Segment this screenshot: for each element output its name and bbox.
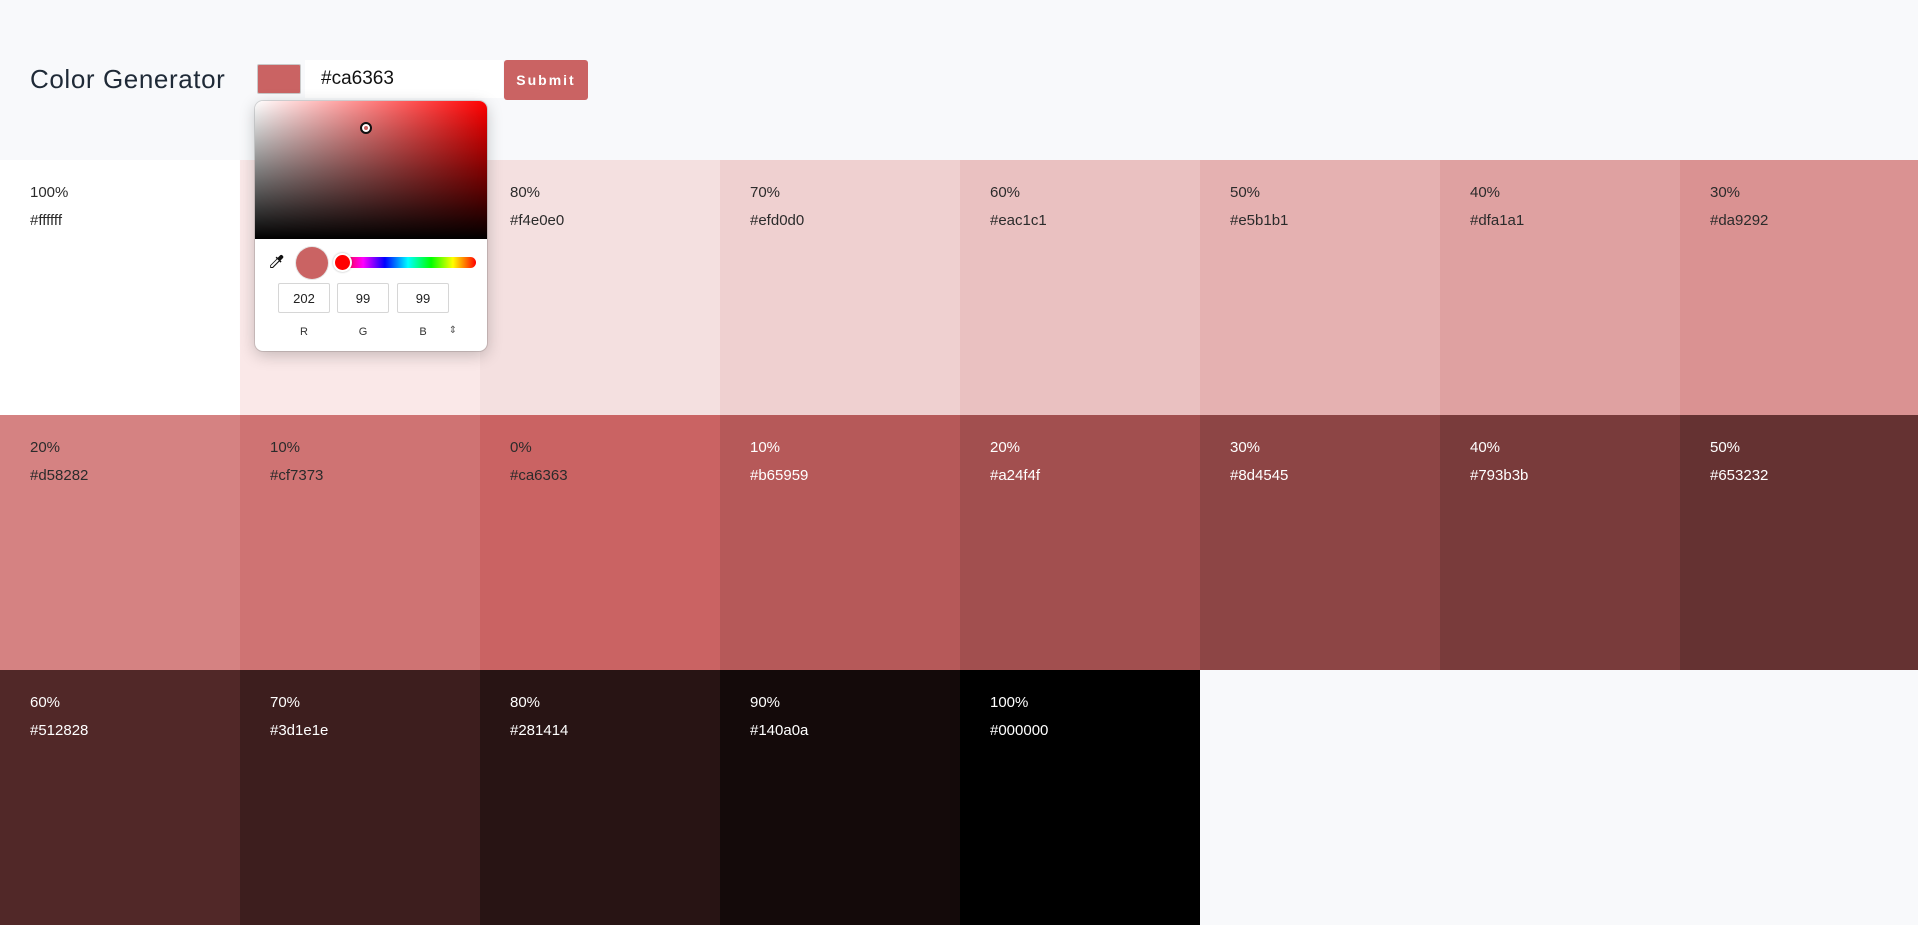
blue-label: B — [419, 326, 427, 338]
tile-percent: 10% — [750, 439, 781, 456]
red-label: R — [300, 326, 308, 338]
tile-hex: #b65959 — [750, 467, 809, 484]
eyedropper-icon[interactable] — [267, 253, 285, 271]
tile-hex: #ca6363 — [510, 467, 568, 484]
color-tile[interactable]: 40% #793b3b — [1440, 415, 1680, 670]
color-picker-popup: R G B ⇕ — [255, 101, 487, 351]
color-tile[interactable]: 60% #512828 — [0, 670, 240, 925]
saturation-handle[interactable] — [360, 122, 372, 134]
tile-percent: 20% — [990, 439, 1021, 456]
tile-percent: 100% — [990, 694, 1029, 711]
hue-slider-handle[interactable] — [335, 255, 350, 270]
tile-hex: #e5b1b1 — [1230, 212, 1289, 229]
color-tile[interactable]: 100% #000000 — [960, 670, 1200, 925]
tile-percent: 20% — [30, 439, 61, 456]
tile-hex: #793b3b — [1470, 467, 1529, 484]
tile-hex: #cf7373 — [270, 467, 324, 484]
tile-hex: #da9292 — [1710, 212, 1769, 229]
green-input[interactable] — [337, 283, 389, 313]
tile-hex: #d58282 — [30, 467, 89, 484]
tile-percent: 80% — [510, 184, 541, 201]
hex-color-input[interactable] — [305, 60, 503, 98]
color-tile[interactable]: 60% #eac1c1 — [960, 160, 1200, 415]
color-tile[interactable]: 70% #efd0d0 — [720, 160, 960, 415]
tile-percent: 0% — [510, 439, 532, 456]
tile-hex: #000000 — [990, 722, 1049, 739]
tile-percent: 50% — [1230, 184, 1261, 201]
green-label: G — [358, 326, 368, 338]
tile-percent: 10% — [270, 439, 301, 456]
tile-hex: #140a0a — [750, 722, 809, 739]
tile-hex: #eac1c1 — [990, 212, 1047, 229]
tile-hex: #f4e0e0 — [510, 212, 565, 229]
color-tile[interactable]: 20% #d58282 — [0, 415, 240, 670]
tile-percent: 50% — [1710, 439, 1741, 456]
color-tile[interactable]: 50% #653232 — [1680, 415, 1918, 670]
hue-slider[interactable] — [340, 257, 476, 268]
color-tile[interactable]: 30% #8d4545 — [1200, 415, 1440, 670]
color-tile[interactable]: 20% #a24f4f — [960, 415, 1200, 670]
tile-percent: 90% — [750, 694, 781, 711]
tile-hex: #a24f4f — [990, 467, 1041, 484]
color-tile[interactable]: 80% #f4e0e0 — [480, 160, 720, 415]
tile-percent: 30% — [1710, 184, 1741, 201]
tile-percent: 60% — [990, 184, 1021, 201]
color-tile[interactable]: 90% #140a0a — [720, 670, 960, 925]
color-tile[interactable]: 70% #3d1e1e — [240, 670, 480, 925]
color-tile[interactable]: 80% #281414 — [480, 670, 720, 925]
app-title: Color Generator — [30, 64, 226, 94]
blue-input[interactable] — [397, 283, 449, 313]
tile-hex: #dfa1a1 — [1470, 212, 1525, 229]
tile-percent: 40% — [1470, 184, 1501, 201]
saturation-value-area[interactable] — [255, 101, 487, 239]
tile-hex: #ffffff — [30, 212, 62, 229]
tile-percent: 30% — [1230, 439, 1261, 456]
tile-percent: 100% — [30, 184, 69, 201]
color-tile[interactable]: 10% #cf7373 — [240, 415, 480, 670]
color-tile[interactable]: 30% #da9292 — [1680, 160, 1918, 415]
color-tile[interactable]: 40% #dfa1a1 — [1440, 160, 1680, 415]
tile-hex: #653232 — [1710, 467, 1769, 484]
submit-button[interactable]: Submit — [504, 60, 588, 100]
color-tile[interactable]: 10% #b65959 — [720, 415, 960, 670]
color-mode-toggle-icon[interactable]: ⇕ — [447, 324, 459, 338]
color-preview — [296, 247, 328, 279]
color-picker-swatch[interactable] — [257, 64, 301, 94]
tile-percent: 70% — [750, 184, 781, 201]
tile-hex: #8d4545 — [1230, 467, 1289, 484]
tile-percent: 60% — [30, 694, 61, 711]
color-tile[interactable]: 0% #ca6363 — [480, 415, 720, 670]
tile-percent: 70% — [270, 694, 301, 711]
tile-percent: 40% — [1470, 439, 1501, 456]
tile-hex: #512828 — [30, 722, 89, 739]
tile-hex: #efd0d0 — [750, 212, 805, 229]
color-tile[interactable]: 100% #ffffff — [0, 160, 240, 415]
tile-hex: #281414 — [510, 722, 569, 739]
tile-hex: #3d1e1e — [270, 722, 329, 739]
color-tile[interactable]: 50% #e5b1b1 — [1200, 160, 1440, 415]
red-input[interactable] — [278, 283, 330, 313]
tile-percent: 80% — [510, 694, 541, 711]
